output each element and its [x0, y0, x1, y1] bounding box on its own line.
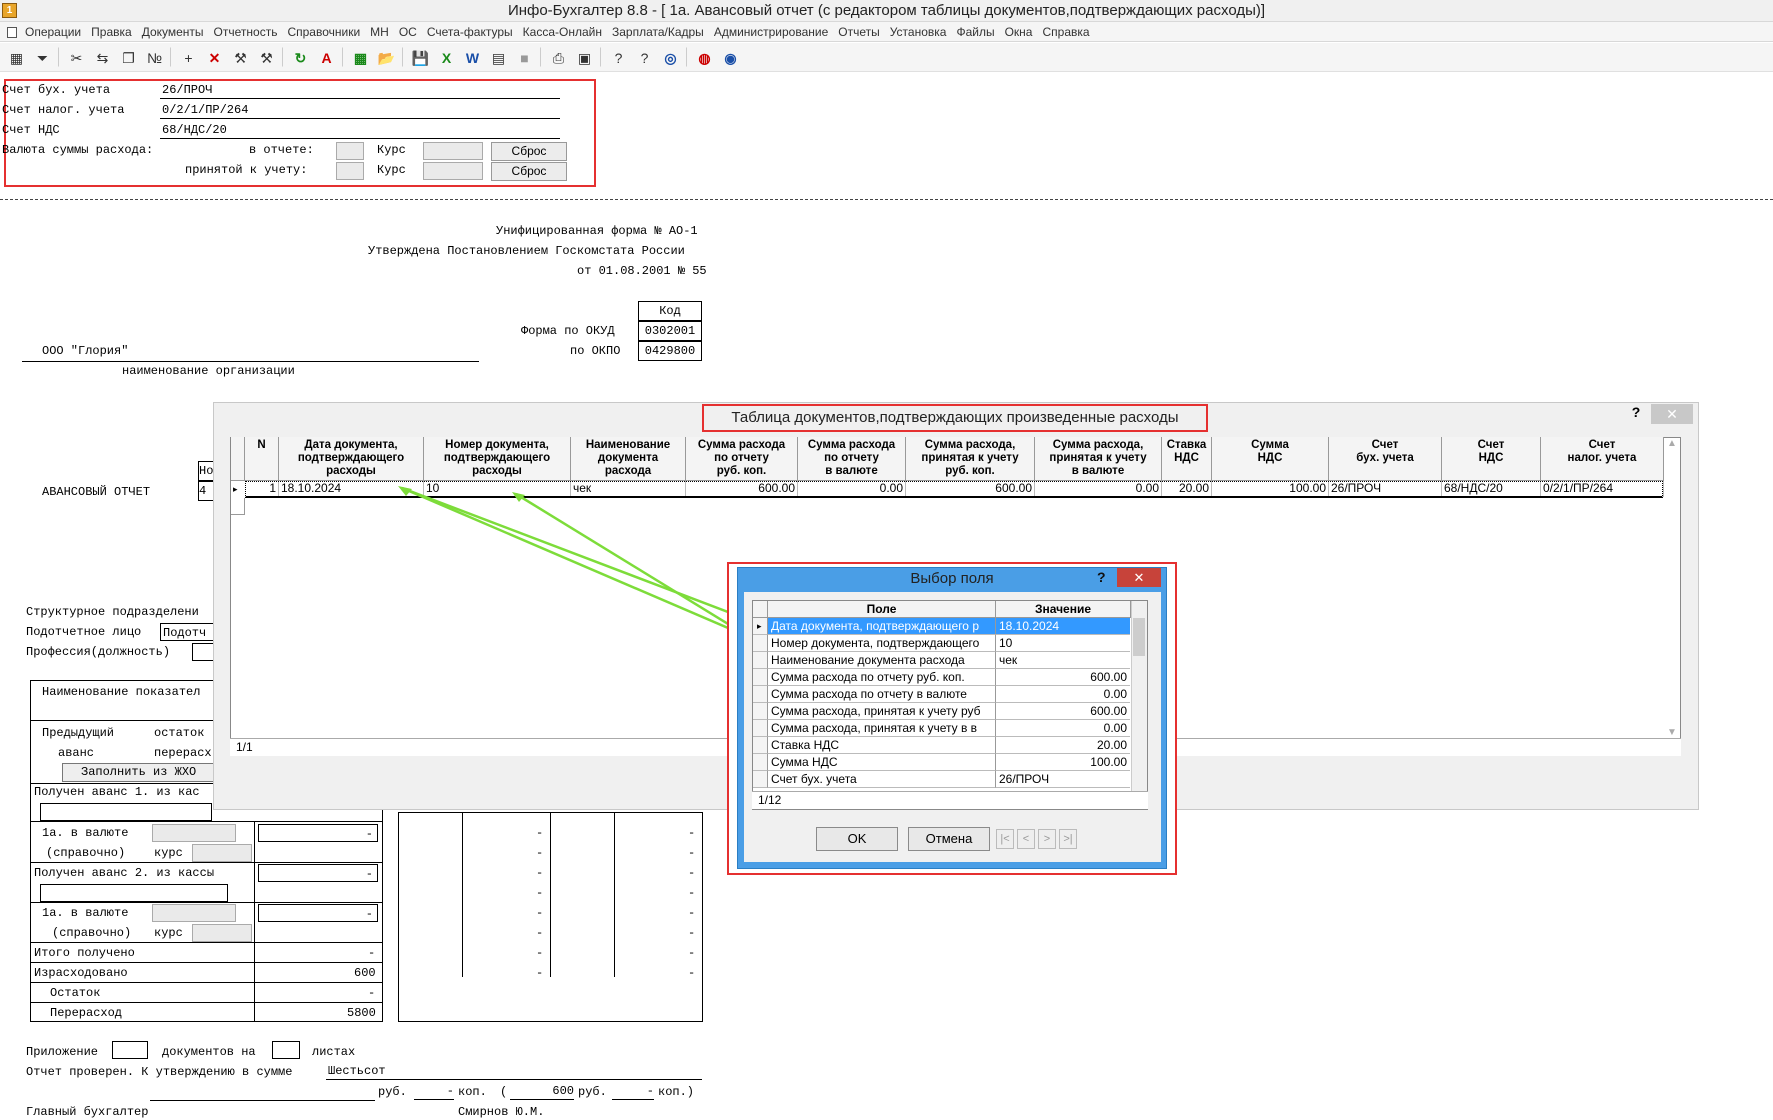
picker-help-icon[interactable]: ? — [1097, 569, 1111, 585]
picker-value-cell[interactable]: 600.00 — [996, 669, 1130, 686]
picker-col-field: Поле — [768, 601, 996, 618]
picker-value-cell[interactable]: 0.00 — [996, 686, 1130, 703]
picker-field-cell[interactable]: Сумма расхода, принятая к учету руб — [768, 703, 996, 720]
picker-value-cell[interactable]: 20.00 — [996, 737, 1130, 754]
picker-field-cell[interactable]: Ставка НДС — [768, 737, 996, 754]
picker-row-marker — [753, 771, 768, 788]
picker-row-pointer-icon: ▸ — [757, 621, 762, 631]
picker-field-cell[interactable]: Счет бух. учета — [768, 771, 996, 788]
nav-last-button[interactable]: >| — [1059, 829, 1077, 849]
picker-row-marker — [753, 669, 768, 686]
green-arrows — [398, 486, 771, 648]
picker-value-cell[interactable]: 0.00 — [996, 720, 1130, 737]
picker-row-marker — [753, 754, 768, 771]
arrowhead-date — [398, 486, 412, 496]
picker-col-value: Значение — [996, 601, 1131, 618]
picker-close-button[interactable]: ✕ — [1117, 568, 1161, 587]
picker-field-cell[interactable]: Дата документа, подтверждающего р — [768, 618, 996, 635]
picker-value-cell[interactable]: 10 — [996, 635, 1130, 652]
nav-next-button[interactable]: > — [1038, 829, 1056, 849]
cancel-button[interactable]: Отмена — [908, 827, 990, 851]
picker-row-marker — [753, 686, 768, 703]
picker-field-cell[interactable]: Номер документа, подтверждающего — [768, 635, 996, 652]
picker-value-cell[interactable]: 100.00 — [996, 754, 1130, 771]
picker-status: 1/12 — [752, 791, 1148, 809]
ok-button[interactable]: OK — [816, 827, 898, 851]
picker-value-cell[interactable]: чек — [996, 652, 1130, 669]
picker-value-cell[interactable]: 26/ПРОЧ — [996, 771, 1130, 788]
picker-field-cell[interactable]: Сумма расхода по отчету руб. коп. — [768, 669, 996, 686]
picker-field-cell[interactable]: Сумма расхода по отчету в валюте — [768, 686, 996, 703]
nav-first-button[interactable]: |< — [996, 829, 1014, 849]
picker-row-marker — [753, 703, 768, 720]
picker-field-cell[interactable]: Наименование документа расхода — [768, 652, 996, 669]
picker-row-marker — [753, 720, 768, 737]
arrow-date — [401, 486, 771, 630]
picker-value-cell[interactable]: 600.00 — [996, 703, 1130, 720]
picker-value-cell[interactable]: 18.10.2024 — [996, 618, 1130, 635]
picker-row-marker — [753, 737, 768, 754]
arrowhead-number — [512, 492, 525, 502]
picker-field-cell[interactable]: Сумма расхода, принятая к учету в в — [768, 720, 996, 737]
nav-prev-button[interactable]: < — [1017, 829, 1035, 849]
picker-scroll-thumb[interactable] — [1133, 618, 1145, 656]
picker-row-marker — [753, 635, 768, 652]
picker-grid-corner — [753, 601, 768, 618]
picker-field-cell[interactable]: Сумма НДС — [768, 754, 996, 771]
arrow-date-2 — [401, 486, 771, 648]
picker-row-marker — [753, 652, 768, 669]
